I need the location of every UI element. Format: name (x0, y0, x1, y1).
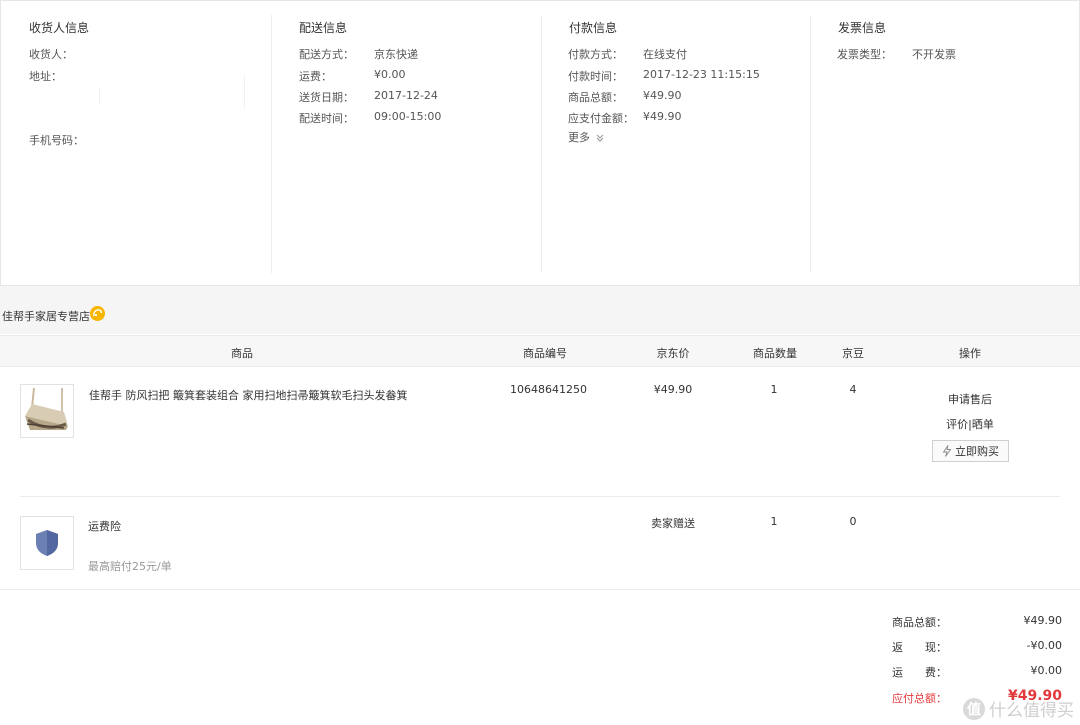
payment-method-label: 付款方式： (568, 48, 623, 61)
delivery-fee-label: 运费： (299, 70, 332, 83)
payment-method-value: 在线支付 (643, 48, 687, 61)
summary-shipping-row: 运 费： ¥0.00 (892, 664, 1063, 679)
summary-cashback-value: -¥0.00 (1026, 639, 1062, 652)
payment-time-row: 付款时间： 2017-12-23 11:15:15 (568, 68, 760, 84)
delivery-title: 配送信息 (299, 21, 348, 35)
product-beans: 4 (849, 383, 857, 396)
payment-due-value: ¥49.90 (643, 110, 682, 123)
redacted-mark (244, 75, 245, 109)
payment-due-label: 应支付金额： (568, 112, 634, 125)
buy-now-button[interactable]: 立即购买 (932, 440, 1009, 462)
delivery-fee-row: 运费： ¥0.00 (299, 68, 406, 84)
consignee-phone-row: 手机号码： (29, 132, 84, 148)
payment-section: 付款信息 付款方式： 在线支付 付款时间： 2017-12-23 11:15:1… (541, 1, 811, 285)
product-name-link[interactable]: 佳帮手 防风扫把 簸箕套装组合 家用扫地扫帚簸箕软毛扫头发畚箕 (89, 387, 408, 403)
delivery-time-label: 配送时间： (299, 112, 354, 125)
insurance-price: 卖家赠送 (651, 517, 695, 530)
payment-time-value: 2017-12-23 11:15:15 (643, 68, 760, 81)
payment-method-row: 付款方式： 在线支付 (568, 46, 687, 62)
watermark-logo-icon: 值 (963, 697, 985, 720)
section-divider (0, 589, 1080, 590)
redacted-mark (99, 89, 100, 103)
delivery-method-row: 配送方式： 京东快递 (299, 46, 418, 62)
header-sku: 商品编号 (523, 347, 567, 360)
store-header: 佳帮手家居专营店 (0, 286, 1080, 334)
payment-more-link[interactable]: 更多 (568, 129, 604, 145)
invoice-title: 发票信息 (838, 21, 887, 35)
header-beans: 京豆 (842, 347, 864, 360)
consignee-name-label: 收货人： (29, 48, 73, 61)
payment-goods-total-value: ¥49.90 (643, 89, 682, 102)
payment-title: 付款信息 (569, 21, 618, 35)
consignee-section: 收货人信息 收货人： 地址： 手机号码： (1, 1, 271, 285)
buy-now-label: 立即购买 (955, 445, 999, 458)
consignee-address-label: 地址： (29, 70, 62, 83)
broom-dustpan-image (25, 387, 68, 430)
summary-goods-total-row: 商品总额： ¥49.90 (892, 614, 1063, 629)
row-divider (20, 496, 1060, 497)
consignee-phone-label: 手机号码： (29, 134, 84, 147)
delivery-method-label: 配送方式： (299, 48, 354, 61)
consignee-address-row: 地址： (29, 68, 62, 84)
delivery-method-value: 京东快递 (374, 48, 418, 61)
store-name-link[interactable]: 佳帮手家居专营店 (2, 308, 90, 324)
product-thumbnail[interactable] (20, 384, 74, 438)
delivery-time-row: 配送时间： 09:00-15:00 (299, 110, 441, 126)
payment-more-label: 更多 (568, 131, 590, 144)
goods-table-header: 商品 商品编号 京东价 商品数量 京豆 操作 (0, 335, 1080, 367)
chevron-down-icon (596, 134, 603, 142)
payment-goods-total-label: 商品总额： (568, 91, 623, 104)
invoice-type-label: 发票类型： (837, 48, 892, 61)
invoice-type-row: 发票类型： 不开发票 (837, 46, 956, 62)
header-actions: 操作 (959, 347, 981, 360)
delivery-date-label: 送货日期： (299, 91, 354, 104)
shield-icon (36, 530, 58, 556)
watermark-text: 什么值得买 (989, 701, 1074, 721)
summary-goods-total-label: 商品总额： (892, 616, 947, 629)
consignee-title: 收货人信息 (29, 21, 90, 35)
delivery-time-value: 09:00-15:00 (374, 110, 442, 123)
lightning-icon (942, 445, 952, 457)
consignee-name-row: 收货人： (29, 46, 73, 62)
apply-after-sale-link[interactable]: 申请售后 (930, 391, 1010, 407)
invoice-type-value: 不开发票 (912, 48, 956, 61)
header-quantity: 商品数量 (753, 347, 797, 360)
product-price: ¥49.90 (653, 383, 693, 396)
summary-shipping-label: 运 费： (892, 666, 947, 679)
product-sku: 10648641250 (510, 383, 587, 396)
watermark: 值 什么值得买 (963, 696, 1074, 721)
summary-cashback-label: 返 现： (892, 641, 947, 654)
header-price: 京东价 (656, 347, 690, 360)
delivery-date-value: 2017-12-24 (374, 89, 438, 102)
delivery-section: 配送信息 配送方式： 京东快递 运费： ¥0.00 送货日期： 2017-12-… (271, 1, 541, 285)
insurance-beans: 0 (849, 515, 857, 528)
summary-goods-total-value: ¥49.90 (1023, 614, 1063, 627)
payment-time-label: 付款时间： (568, 70, 623, 83)
payment-due-row: 应支付金额： ¥49.90 (568, 110, 682, 126)
delivery-fee-value: ¥0.00 (374, 68, 406, 81)
summary-shipping-value: ¥0.00 (1030, 664, 1063, 677)
insurance-quantity: 1 (770, 515, 778, 528)
payment-goods-total-row: 商品总额： ¥49.90 (568, 89, 682, 105)
insurance-thumbnail (20, 516, 74, 570)
chat-bubble-icon (93, 309, 103, 317)
summary-payable-label: 应付总额： (892, 692, 947, 705)
product-quantity: 1 (770, 383, 778, 396)
order-info-panel: 收货人信息 收货人： 地址： 手机号码： 配送信息 配送方式： 京东快递 运费：… (0, 0, 1080, 286)
insurance-max-payout: 最高赔付25元/单 (88, 560, 172, 573)
insurance-name: 运费险 (88, 520, 121, 533)
summary-cashback-row: 返 现： -¥0.00 (892, 639, 1062, 654)
header-goods: 商品 (231, 347, 253, 360)
store-chat-icon[interactable] (90, 306, 105, 321)
review-share-link[interactable]: 评价|晒单 (930, 416, 1010, 432)
delivery-date-row: 送货日期： 2017-12-24 (299, 89, 438, 105)
invoice-section: 发票信息 发票类型： 不开发票 (810, 1, 1079, 285)
